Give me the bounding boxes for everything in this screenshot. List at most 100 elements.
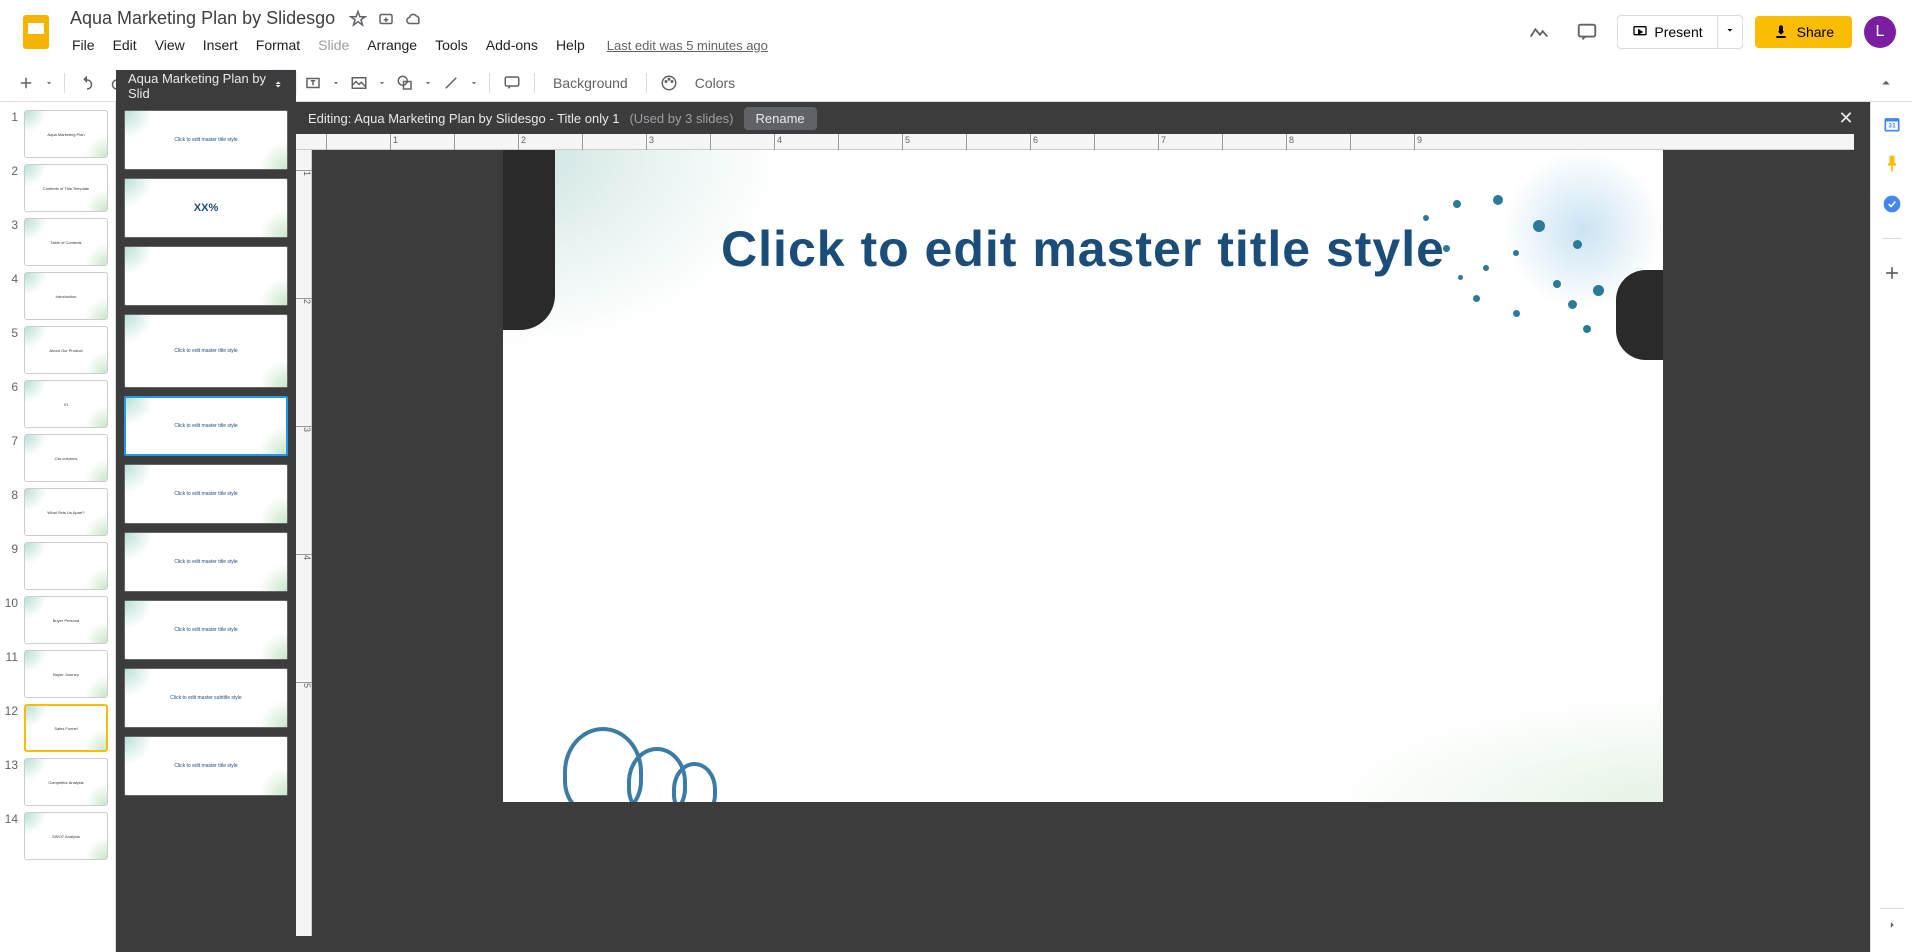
undo-button[interactable] <box>73 69 101 97</box>
master-layout-thumb[interactable]: Click to edit master title style <box>124 396 288 456</box>
master-dropdown-label[interactable]: Aqua Marketing Plan by Slid <box>116 70 296 102</box>
expand-rail-button[interactable] <box>1880 908 1904 940</box>
menu-tools[interactable]: Tools <box>427 33 476 57</box>
close-editor-button[interactable]: ✕ <box>1834 106 1858 130</box>
line-tool[interactable] <box>437 69 465 97</box>
slide-thumbnail[interactable]: Buyer Journey <box>24 650 108 698</box>
new-slide-dropdown[interactable] <box>42 78 56 88</box>
slide-thumbnail[interactable]: About Our Product <box>24 326 108 374</box>
master-layout-thumb[interactable]: Click to edit master title style <box>124 110 288 170</box>
menu-edit[interactable]: Edit <box>105 33 145 57</box>
slide-thumb-7[interactable]: 7Our columns <box>4 434 111 482</box>
slide-thumbnail[interactable]: SWOT Analysis <box>24 812 108 860</box>
slide-thumb-1[interactable]: 1Aqua Marketing Plan <box>4 110 111 158</box>
menu-insert[interactable]: Insert <box>195 33 246 57</box>
master-layout-thumb[interactable]: XX% <box>124 178 288 238</box>
slide-thumbnail[interactable]: 01 <box>24 380 108 428</box>
separator <box>534 73 535 93</box>
calendar-icon[interactable]: 31 <box>1882 114 1902 134</box>
shape-dropdown[interactable] <box>421 78 435 88</box>
slide-thumb-4[interactable]: 4Introduction <box>4 272 111 320</box>
master-layout-thumb[interactable]: Click to edit master title style <box>124 736 288 796</box>
slide-canvas[interactable]: Click to edit master title style <box>503 150 1663 802</box>
watercolor-decoration <box>1313 692 1663 802</box>
move-icon[interactable] <box>377 10 395 28</box>
present-dropdown[interactable] <box>1718 15 1743 49</box>
last-edit-link[interactable]: Last edit was 5 minutes ago <box>607 38 768 53</box>
slide-thumb-10[interactable]: 10Buyer Persona <box>4 596 111 644</box>
colors-button[interactable]: Colors <box>685 71 745 95</box>
slide-thumbnail[interactable]: Table of Contents <box>24 218 108 266</box>
slide-thumb-3[interactable]: 3Table of Contents <box>4 218 111 266</box>
slide-thumbnail[interactable]: Competitor Analysis <box>24 758 108 806</box>
doc-title[interactable]: Aqua Marketing Plan by Slidesgo <box>64 6 341 31</box>
menu-arrange[interactable]: Arrange <box>359 33 425 57</box>
new-slide-button[interactable] <box>12 69 40 97</box>
master-layout-thumb[interactable] <box>124 246 288 306</box>
slide-thumbnail[interactable]: Our columns <box>24 434 108 482</box>
cloud-icon[interactable] <box>405 10 423 28</box>
tasks-icon[interactable] <box>1882 194 1902 214</box>
slide-thumb-11[interactable]: 11Buyer Journey <box>4 650 111 698</box>
menu-help[interactable]: Help <box>548 33 593 57</box>
collapse-toolbar-button[interactable] <box>1872 69 1900 97</box>
slide-thumb-2[interactable]: 2Contents of This Template <box>4 164 111 212</box>
canvas-area: 123456789 12345 <box>296 134 1870 952</box>
present-group: Present <box>1617 15 1742 49</box>
activity-icon[interactable] <box>1521 14 1557 50</box>
slide-thumb-9[interactable]: 9 <box>4 542 111 590</box>
share-button[interactable]: Share <box>1755 16 1852 48</box>
right-rail: 31 <box>1870 102 1912 952</box>
textbox-dropdown[interactable] <box>329 78 343 88</box>
master-layout-thumb[interactable]: Click to edit master title style <box>124 600 288 660</box>
separator <box>1882 238 1902 239</box>
app-logo[interactable] <box>16 12 56 52</box>
slide-thumbnail[interactable]: Buyer Persona <box>24 596 108 644</box>
comments-icon[interactable] <box>1569 14 1605 50</box>
header-right: Present Share L <box>1521 14 1896 50</box>
slide-thumb-6[interactable]: 601 <box>4 380 111 428</box>
ruler-vertical: 12345 <box>296 150 312 936</box>
menu-addons[interactable]: Add-ons <box>478 33 546 57</box>
slide-thumb-13[interactable]: 13Competitor Analysis <box>4 758 111 806</box>
slide-panel[interactable]: 1Aqua Marketing Plan 2Contents of This Te… <box>0 102 116 952</box>
slide-thumbnail[interactable]: Sales Funnel <box>24 704 108 752</box>
slide-thumbnail[interactable]: Aqua Marketing Plan <box>24 110 108 158</box>
editing-label: Editing: Aqua Marketing Plan by Slidesgo… <box>308 111 619 126</box>
slide-thumb-8[interactable]: 8What Sets Us Apart? <box>4 488 111 536</box>
slide-thumb-12[interactable]: 12Sales Funnel <box>4 704 111 752</box>
keep-icon[interactable] <box>1882 154 1902 174</box>
user-avatar[interactable]: L <box>1864 16 1896 48</box>
colors-icon[interactable] <box>655 69 683 97</box>
menu-file[interactable]: File <box>64 33 103 57</box>
slide-number: 8 <box>4 488 18 536</box>
image-tool[interactable] <box>345 69 373 97</box>
master-layout-thumb[interactable]: Click to edit master title style <box>124 464 288 524</box>
menu-format[interactable]: Format <box>248 33 308 57</box>
slide-thumbnail[interactable]: Contents of This Template <box>24 164 108 212</box>
rename-button[interactable]: Rename <box>744 107 817 130</box>
image-dropdown[interactable] <box>375 78 389 88</box>
share-label: Share <box>1797 24 1834 40</box>
master-title-placeholder[interactable]: Click to edit master title style <box>721 220 1445 278</box>
blue-shapes-decoration <box>563 727 697 802</box>
line-dropdown[interactable] <box>467 78 481 88</box>
master-layout-thumb[interactable]: Click to edit master title style <box>124 532 288 592</box>
slide-thumb-14[interactable]: 14SWOT Analysis <box>4 812 111 860</box>
slide-thumbnail[interactable] <box>24 542 108 590</box>
slide-thumb-5[interactable]: 5About Our Product <box>4 326 111 374</box>
toolbar-right <box>1872 69 1900 97</box>
slide-thumbnail[interactable]: Introduction <box>24 272 108 320</box>
master-layout-thumb[interactable]: Click to edit master subtitle style <box>124 668 288 728</box>
present-button[interactable]: Present <box>1617 15 1717 49</box>
master-panel[interactable]: Click to edit master title style XX% Click… <box>116 102 296 952</box>
master-layout-thumb[interactable]: Click to edit master title style <box>124 314 288 388</box>
shape-tool[interactable] <box>391 69 419 97</box>
slide-thumbnail[interactable]: What Sets Us Apart? <box>24 488 108 536</box>
textbox-tool[interactable] <box>299 69 327 97</box>
star-icon[interactable] <box>349 10 367 28</box>
background-button[interactable]: Background <box>543 71 638 95</box>
comment-tool[interactable] <box>498 69 526 97</box>
menu-view[interactable]: View <box>147 33 193 57</box>
add-addon-icon[interactable] <box>1882 263 1902 283</box>
